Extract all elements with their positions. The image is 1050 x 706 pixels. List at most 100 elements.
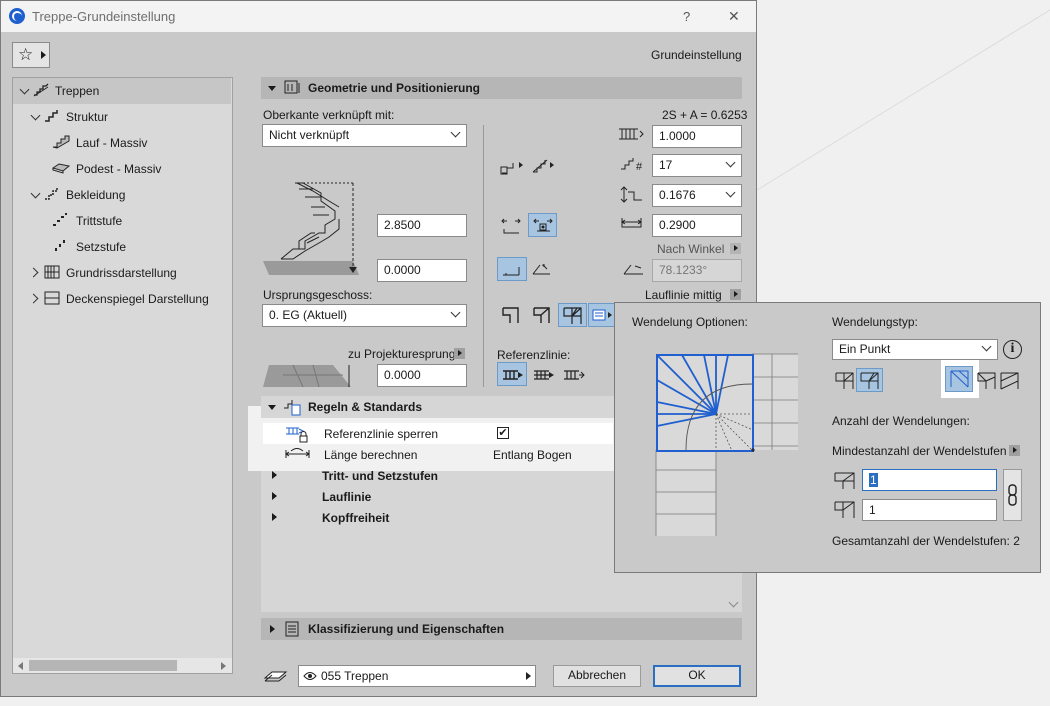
winder-method-2-button[interactable] <box>974 368 996 392</box>
winder-options-button[interactable] <box>588 303 615 327</box>
close-button[interactable]: ✕ <box>728 8 740 25</box>
bottom-offset-field[interactable]: 0.0000 <box>377 259 467 282</box>
tree-scrollbar[interactable] <box>13 658 232 673</box>
winder-type-1-button[interactable] <box>832 368 856 392</box>
ok-button[interactable]: OK <box>653 665 741 687</box>
classification-section-header[interactable]: Klassifizierung und Eigenschaften <box>261 618 742 640</box>
tree-item-lauf-massiv[interactable]: Lauf - Massiv <box>13 130 231 156</box>
tree-item-trittstufe[interactable]: Trittstufe <box>13 208 231 234</box>
reference-center-icon <box>534 370 554 380</box>
going-icon <box>503 267 520 276</box>
riser-icon <box>55 240 65 251</box>
home-story-label: Ursprungsgeschoss: <box>263 288 373 302</box>
info-icon[interactable]: i <box>1003 340 1022 359</box>
total-length-field[interactable]: 1.0000 <box>652 125 742 148</box>
layer-select[interactable]: 055 Treppen <box>298 665 536 687</box>
favorites-button[interactable]: ☆ <box>12 42 50 68</box>
tree-item-struktur[interactable]: Struktur <box>13 104 231 130</box>
height-field[interactable]: 2.8500 <box>377 214 467 237</box>
riser-height-select[interactable]: 0.1676 <box>652 184 742 207</box>
first-flight-winder-icon <box>834 472 855 489</box>
calculate-length-value[interactable]: Entlang Bogen <box>493 448 572 462</box>
winder-method-1-button[interactable] <box>945 366 973 392</box>
tree-item-grundrissdarstellung[interactable]: Grundrissdarstellung <box>13 260 231 286</box>
winder-method-3-button[interactable] <box>997 368 1021 392</box>
expand-icon <box>270 625 275 633</box>
collapse-icon <box>268 86 276 91</box>
scroll-left-icon[interactable] <box>18 662 23 670</box>
winder-method-2-icon <box>977 372 996 389</box>
reference-left-icon <box>503 370 523 380</box>
arrow-right-icon <box>519 162 523 168</box>
quarter-landing-icon <box>533 307 550 323</box>
rules-group-treads[interactable]: Tritt- und Setzstufen <box>263 465 613 486</box>
riser-number-select[interactable]: 17 <box>652 154 742 177</box>
winder-options-popup: Wendelung Optionen: Wendelungstyp: Ein P… <box>614 302 1041 573</box>
tread-icon <box>53 213 67 226</box>
rules-icon <box>284 400 301 416</box>
second-flight-winder-icon <box>834 501 855 518</box>
arrow-right-icon <box>550 162 554 168</box>
by-angle-menu-button[interactable] <box>730 243 741 254</box>
home-story-select[interactable]: 0. EG (Aktuell) <box>262 304 467 327</box>
stair-angle-field[interactable]: 78.1233° <box>652 259 742 282</box>
tree-item-deckenspiegel[interactable]: Deckenspiegel Darstellung <box>13 286 231 312</box>
min-steps-menu-button[interactable] <box>1009 445 1020 456</box>
winder-steps-first-field[interactable]: 1 <box>862 469 997 491</box>
geometry-section-header[interactable]: Geometrie und Positionierung <box>261 77 742 99</box>
stair-left-icon <box>500 163 514 175</box>
options-label: Wendelung Optionen: <box>632 315 748 329</box>
lock-tread-button[interactable] <box>528 213 557 237</box>
reference-line-left-button[interactable] <box>497 362 527 386</box>
tree-item-treppen[interactable]: Treppen <box>13 78 231 104</box>
cancel-button[interactable]: Abbrechen <box>553 665 641 687</box>
chain-link-icon <box>1008 484 1017 506</box>
riser-height-value: 0.1676 <box>659 188 696 202</box>
layer-value: 055 Treppen <box>321 669 389 683</box>
tree-item-setzstufe[interactable]: Setzstufe <box>13 234 231 260</box>
winder-turn-button[interactable] <box>558 303 587 327</box>
turning-type-2-button[interactable] <box>528 303 555 327</box>
eye-icon <box>303 672 317 680</box>
settings-tree: Treppen Struktur Lauf - Massiv Podest - … <box>12 77 233 674</box>
tree-item-bekleidung[interactable]: Bekleidung <box>13 182 231 208</box>
winder-steps-second-field[interactable]: 1 <box>862 499 997 521</box>
riser-number-icon: # <box>621 158 643 173</box>
group-label: Lauflinie <box>322 490 372 504</box>
header-label: Grundeinstellung <box>651 48 742 62</box>
lock-reference-checkbox[interactable]: ✔ <box>497 427 509 439</box>
top-link-select[interactable]: Nicht verknüpft <box>262 124 467 147</box>
link-values-button[interactable] <box>1003 469 1022 521</box>
tree-item-podest-massiv[interactable]: Podest - Massiv <box>13 156 231 182</box>
winder-type-2-button[interactable] <box>856 368 883 392</box>
turning-type-1-button[interactable] <box>497 303 524 327</box>
reference-line-right-button[interactable] <box>559 362 589 386</box>
tread-depth-field[interactable]: 0.2900 <box>652 214 742 237</box>
chevron-down-icon <box>30 110 41 121</box>
project-zero-menu-button[interactable] <box>454 348 465 359</box>
scroll-right-icon[interactable] <box>221 662 226 670</box>
calculate-length-row[interactable]: Länge berechnen Entlang Bogen <box>263 444 613 465</box>
help-button[interactable]: ? <box>683 9 690 24</box>
count-label: Anzahl der Wendelungen: <box>832 414 970 428</box>
project-zero-field[interactable]: 0.0000 <box>377 364 467 387</box>
expand-icon <box>272 492 277 500</box>
tree-item-label: Trittstufe <box>76 214 123 228</box>
rules-group-headroom[interactable]: Kopffreiheit <box>263 507 613 528</box>
group-label: Kopffreiheit <box>322 511 390 525</box>
lock-option-button[interactable] <box>497 213 524 237</box>
tree-item-label: Deckenspiegel Darstellung <box>66 292 209 306</box>
tree-item-label: Struktur <box>66 110 109 124</box>
reference-line-center-button[interactable] <box>529 362 559 386</box>
rules-group-walking-line[interactable]: Lauflinie <box>263 486 613 507</box>
stair-right-icon <box>532 159 548 173</box>
title-bar: Treppe-Grundeinstellung ? ✕ <box>1 1 756 32</box>
lock-reference-row[interactable]: Referenzlinie sperren ✔ <box>263 423 613 444</box>
angle-mode-button[interactable] <box>497 257 527 281</box>
scrollbar-thumb[interactable] <box>29 660 177 671</box>
winder-type-select[interactable]: Ein Punkt <box>832 339 998 360</box>
riser-height-icon <box>620 186 642 203</box>
walking-line-menu-button[interactable] <box>730 289 741 300</box>
stair-type-button-1[interactable] <box>497 154 527 178</box>
stair-type-button-2[interactable] <box>528 154 558 178</box>
